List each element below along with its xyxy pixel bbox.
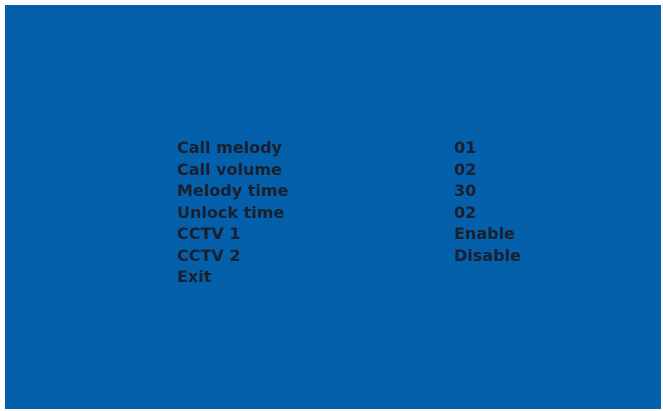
menu-item-value: 02 xyxy=(454,202,477,222)
menu-item-value: 30 xyxy=(454,181,477,200)
menu-item-value: 01 xyxy=(454,138,477,157)
menu-item-melody-time[interactable]: Melody time 30 xyxy=(177,180,577,202)
menu-item-label: CCTV 2 xyxy=(177,245,241,265)
menu-item-cctv-1[interactable]: CCTV 1 Enable xyxy=(177,223,577,245)
menu-item-value: 02 xyxy=(454,159,477,179)
menu-item-label: Call volume xyxy=(177,159,282,179)
menu-item-value: Enable xyxy=(454,224,515,243)
menu-item-label: Call melody xyxy=(177,138,282,157)
menu-item-call-volume[interactable]: Call volume 02 xyxy=(177,159,577,181)
menu-item-cctv-2[interactable]: CCTV 2 Disable xyxy=(177,245,577,267)
menu-item-unlock-time[interactable]: Unlock time 02 xyxy=(177,202,577,224)
menu-item-label: Melody time xyxy=(177,181,289,200)
menu-item-exit[interactable]: Exit xyxy=(177,266,577,288)
menu-item-label: CCTV 1 xyxy=(177,224,241,243)
menu-item-call-melody[interactable]: Call melody 01 xyxy=(177,137,577,159)
menu-item-value: Disable xyxy=(454,245,521,265)
settings-menu: Call melody 01 Call volume 02 Melody tim… xyxy=(177,137,577,288)
menu-item-label: Unlock time xyxy=(177,202,285,222)
menu-item-label: Exit xyxy=(177,267,212,286)
settings-screen: Call melody 01 Call volume 02 Melody tim… xyxy=(5,5,661,409)
